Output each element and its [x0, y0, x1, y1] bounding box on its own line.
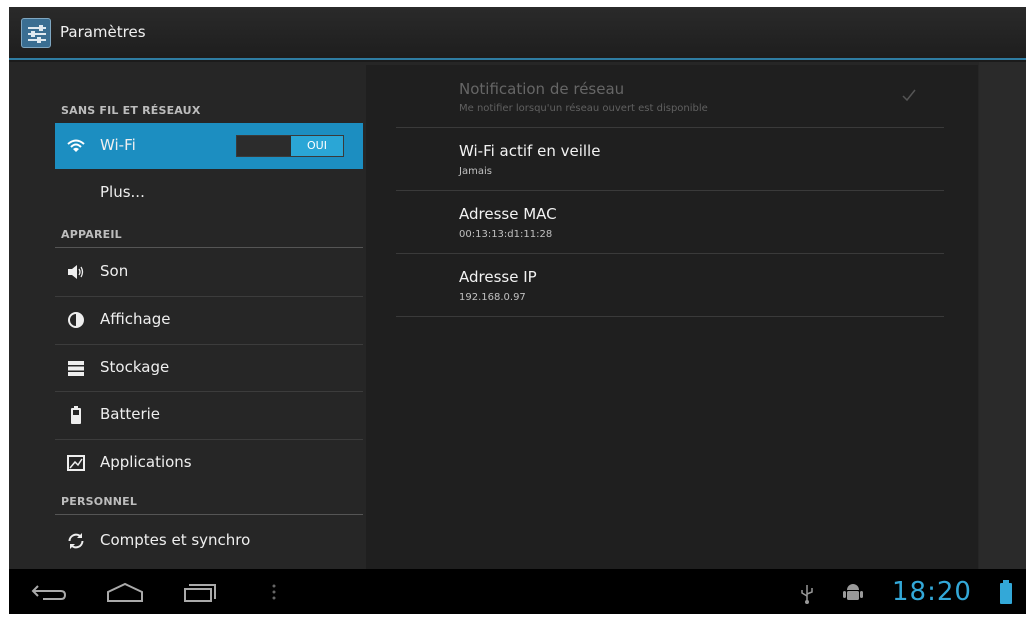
settings-app-icon[interactable]	[21, 18, 51, 48]
sidebar-item-label: Son	[100, 262, 129, 280]
sidebar-item-label: Applications	[100, 453, 192, 471]
category-divider	[55, 247, 363, 248]
battery-icon	[71, 406, 81, 424]
pref-title: Adresse IP	[459, 268, 537, 286]
pref-wifi-sleep[interactable]: Wi-Fi actif en veille Jamais	[396, 128, 944, 191]
usb-icon	[801, 585, 813, 604]
sidebar-item-label: Wi-Fi	[100, 136, 136, 154]
home-icon[interactable]	[105, 581, 145, 603]
pref-summary: 00:13:13:d1:11:28	[459, 229, 553, 240]
back-icon[interactable]	[31, 582, 67, 602]
pref-mac-address: Adresse MAC 00:13:13:d1:11:28	[396, 191, 944, 254]
sidebar-item-label: Stockage	[100, 358, 170, 376]
menu-icon[interactable]	[271, 583, 277, 601]
pref-ip-address: Adresse IP 192.168.0.97	[396, 254, 944, 317]
recent-apps-icon[interactable]	[183, 581, 219, 603]
sidebar-item-storage[interactable]: Stockage	[55, 345, 363, 391]
category-personal: PERSONNEL	[61, 495, 138, 508]
wifi-toggle-on: OUI	[291, 136, 343, 156]
pref-title: Adresse MAC	[459, 205, 557, 223]
status-clock: 18:20	[892, 577, 972, 607]
sidebar-item-sound[interactable]: Son	[55, 249, 363, 295]
pref-network-notification[interactable]: Notification de réseau Me notifier lorsq…	[396, 65, 944, 128]
category-divider	[55, 514, 363, 515]
sidebar-item-display[interactable]: Affichage	[55, 297, 363, 343]
right-margin	[979, 62, 1026, 569]
applications-icon	[67, 455, 85, 471]
sidebar-item-battery[interactable]: Batterie	[55, 392, 363, 438]
sync-icon	[68, 533, 84, 549]
display-icon	[68, 312, 84, 328]
sidebar-item-label: Affichage	[100, 310, 171, 328]
settings-content: SANS FIL ET RÉSEAUX Wi-Fi OUI Plus... AP…	[9, 62, 1026, 569]
volume-icon	[68, 265, 84, 279]
sidebar-item-label: Batterie	[100, 405, 161, 423]
pref-title: Wi-Fi actif en veille	[459, 142, 601, 160]
pref-summary: Me notifier lorsqu'un réseau ouvert est …	[459, 103, 708, 114]
android-debug-icon	[843, 584, 863, 600]
action-bar: Paramètres	[9, 7, 1026, 60]
checkbox-icon[interactable]	[899, 85, 919, 105]
sidebar-item-applications[interactable]: Applications	[55, 440, 363, 486]
wifi-settings-panel: Notification de réseau Me notifier lorsq…	[366, 65, 978, 569]
battery-status-icon	[1000, 580, 1012, 604]
wifi-icon	[67, 139, 85, 152]
sidebar-item-wifi[interactable]: Wi-Fi OUI	[55, 123, 363, 169]
pref-summary: Jamais	[459, 166, 492, 177]
category-device: APPAREIL	[61, 228, 122, 241]
settings-sidebar: SANS FIL ET RÉSEAUX Wi-Fi OUI Plus... AP…	[55, 62, 363, 569]
storage-icon	[68, 361, 84, 376]
pref-summary: 192.168.0.97	[459, 292, 526, 303]
sidebar-item-label: Plus...	[100, 183, 145, 201]
category-wireless: SANS FIL ET RÉSEAUX	[61, 104, 201, 117]
sidebar-item-label: Comptes et synchro	[100, 531, 251, 549]
page-title: Paramètres	[60, 23, 146, 41]
sidebar-item-accounts-sync[interactable]: Comptes et synchro	[55, 518, 363, 564]
system-bar: 18:20	[9, 569, 1026, 614]
sidebar-item-more[interactable]: Plus...	[55, 170, 363, 216]
tablet-screen: Paramètres SANS FIL ET RÉSEAUX Wi-Fi OUI…	[9, 7, 1026, 614]
pref-title: Notification de réseau	[459, 80, 625, 98]
wifi-toggle[interactable]: OUI	[236, 135, 344, 157]
